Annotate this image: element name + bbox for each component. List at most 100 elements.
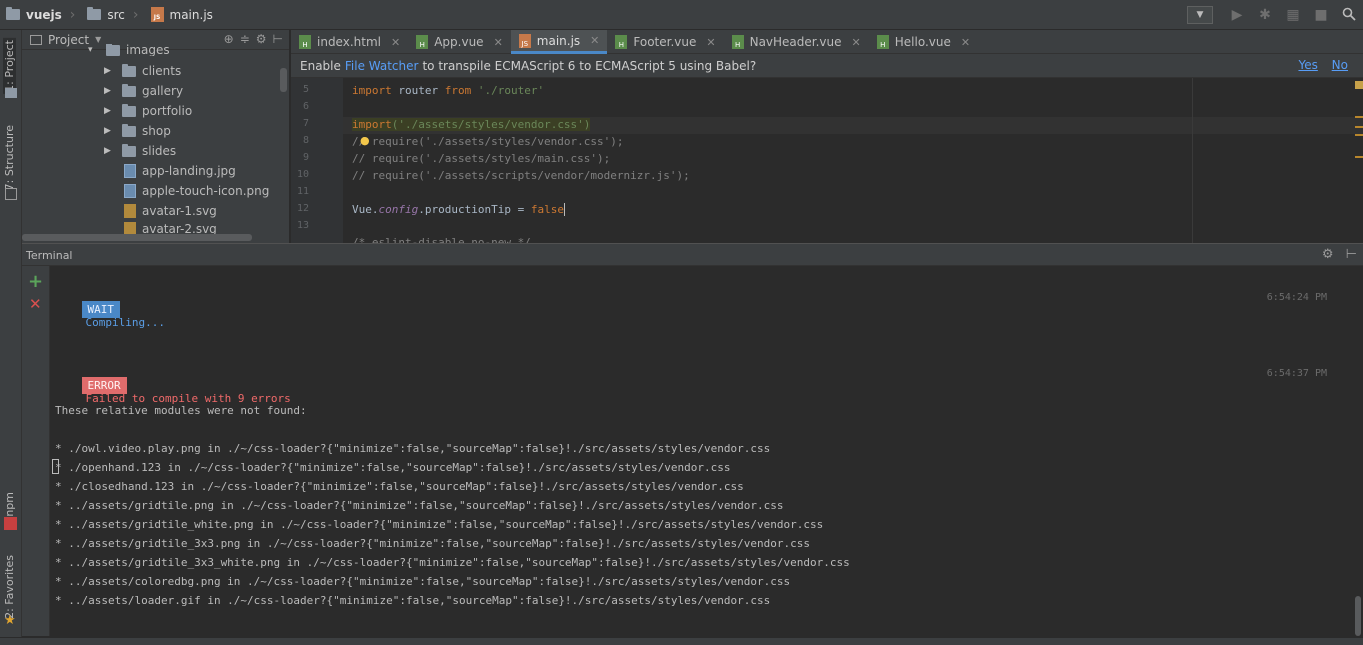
gear-icon[interactable]: ⚙ (256, 32, 267, 46)
tab-main-js[interactable]: JS main.js ✕ (510, 30, 608, 54)
code-line-5[interactable]: import router from './router' (352, 84, 544, 97)
close-icon[interactable]: ✕ (852, 36, 861, 49)
error-entry: * ./openhand.123 in ./~/css-loader?{"min… (55, 461, 731, 474)
warning-marker[interactable] (1355, 134, 1363, 136)
tab-hello-vue[interactable]: H Hello.vue ✕ (869, 30, 978, 54)
file-watcher-link[interactable]: File Watcher (345, 59, 419, 73)
close-icon[interactable]: ✕ (29, 295, 42, 313)
structure-tool-icon (5, 188, 17, 200)
search-icon[interactable] (1341, 7, 1357, 23)
lightbulb-icon[interactable]: ● (360, 134, 370, 147)
code-line-13[interactable]: /* eslint-disable no-new */ (352, 236, 531, 243)
close-icon[interactable]: ✕ (706, 36, 715, 49)
tree-item-shop[interactable]: ▶ shop (104, 121, 171, 141)
close-icon[interactable]: ✕ (961, 36, 970, 49)
error-entry: * ./closedhand.123 in ./~/css-loader?{"m… (55, 480, 744, 493)
folder-icon (122, 83, 136, 97)
hide-icon[interactable]: ⊢ (1346, 247, 1357, 262)
tree-item-images[interactable]: ▾ images (88, 44, 170, 56)
warning-marker[interactable] (1355, 81, 1363, 89)
warning-marker[interactable] (1355, 126, 1363, 128)
line-number: 10 (297, 169, 310, 180)
tree-item-avatar-1[interactable]: avatar-1.svg (124, 201, 217, 221)
tree-item-apple-touch-icon[interactable]: apple-touch-icon.png (124, 181, 269, 201)
yes-link[interactable]: Yes (1298, 58, 1317, 72)
vue-file-icon: H (615, 35, 628, 49)
structure-tool-tab[interactable]: 7: Structure (3, 125, 16, 190)
npm-tool-tab[interactable]: npm (3, 492, 16, 517)
tab-footer-vue[interactable]: H Footer.vue ✕ (607, 30, 723, 54)
close-icon[interactable]: ✕ (590, 34, 599, 47)
code-text: .productionTip = (418, 203, 531, 216)
close-icon[interactable]: ✕ (391, 36, 400, 49)
no-link[interactable]: No (1332, 58, 1348, 72)
warning-marker[interactable] (1355, 156, 1363, 158)
code-line-12[interactable]: Vue.config.productionTip = false (352, 203, 565, 216)
warning-marker[interactable] (1355, 116, 1363, 118)
tab-index-html[interactable]: H index.html ✕ (291, 30, 408, 54)
tree-item-label: slides (142, 144, 177, 158)
breadcrumb-project[interactable]: vuejs › (0, 0, 81, 30)
run-config-dropdown[interactable]: ▼ (1187, 6, 1213, 24)
project-tool-tab[interactable]: 1: Project (3, 38, 16, 94)
project-horizontal-scrollbar[interactable] (22, 234, 252, 241)
code-line-9[interactable]: // require('./assets/styles/main.css'); (352, 152, 610, 165)
error-entry: * ../assets/loader.gif in ./~/css-loader… (55, 594, 771, 607)
close-icon[interactable]: ✕ (494, 36, 503, 49)
add-icon[interactable]: + (28, 271, 43, 292)
not-found-line: These relative modules were not found: (55, 404, 307, 417)
tree-item-label: gallery (142, 84, 184, 98)
coverage-icon[interactable]: ▦ (1285, 7, 1301, 23)
expand-arrow-icon[interactable]: ▶ (104, 66, 114, 76)
collapse-icon[interactable]: ≑ (240, 32, 250, 46)
tab-navheader-vue[interactable]: H NavHeader.vue ✕ (724, 30, 869, 54)
code-line-10[interactable]: // require('./assets/scripts/vendor/mode… (352, 169, 690, 182)
chevron-down-icon[interactable]: ▼ (95, 35, 101, 44)
stop-icon[interactable]: ■ (1313, 7, 1329, 23)
tree-item-app-landing[interactable]: app-landing.jpg (124, 161, 236, 181)
terminal-title: Terminal (26, 249, 73, 262)
navigation-bar: vuejs › src › JS main.js ▼ ▶ ✱ ▦ ■ (0, 0, 1363, 30)
favorites-tool-tab[interactable]: 2: Favorites (3, 555, 16, 619)
expand-arrow-icon[interactable]: ▶ (104, 86, 114, 96)
breadcrumb-folder[interactable]: src › (81, 0, 144, 30)
tab-label: NavHeader.vue (749, 35, 842, 49)
project-vertical-scrollbar[interactable] (280, 68, 287, 92)
terminal-output[interactable]: WAIT Compiling... 6:54:24 PM ERROR Faile… (50, 266, 1363, 636)
terminal-scrollbar[interactable] (1355, 596, 1361, 636)
tree-item-clients[interactable]: ▶ clients (104, 61, 181, 81)
code-line-8[interactable]: // require('./assets/styles/vendor.css')… (352, 135, 624, 148)
play-icon[interactable]: ▶ (1229, 7, 1245, 23)
tab-app-vue[interactable]: H App.vue ✕ (408, 30, 511, 54)
project-panel: Project ▼ ⊕ ≑ ⚙ ⊢ ▾ images ▶ clients ▶ g… (22, 30, 290, 243)
wait-timestamp: 6:54:24 PM (1266, 292, 1327, 303)
error-stripe[interactable] (1353, 78, 1363, 243)
code-text: router (391, 84, 445, 97)
chevron-right-icon: › (132, 6, 139, 23)
code-keyword: false (530, 203, 564, 216)
folder-icon (122, 103, 136, 117)
tree-item-slides[interactable]: ▶ slides (104, 141, 176, 161)
code-line-7[interactable]: import('./assets/styles/vendor.css') (352, 118, 591, 131)
code-string: './router' (471, 84, 545, 97)
left-tool-strip: 1: Project 7: Structure npm 2: Favorites… (0, 30, 22, 645)
wait-text: Compiling... (85, 316, 165, 329)
tree-item-gallery[interactable]: ▶ gallery (104, 81, 183, 101)
terminal-header-actions: ⚙ ⊢ (1322, 247, 1357, 262)
breadcrumb-file[interactable]: JS main.js (145, 0, 219, 30)
tree-item-portfolio[interactable]: ▶ portfolio (104, 101, 192, 121)
hide-icon[interactable]: ⊢ (273, 32, 283, 46)
html-file-icon: H (299, 35, 311, 49)
project-panel-title[interactable]: Project (48, 33, 89, 47)
bug-icon[interactable]: ✱ (1257, 7, 1273, 23)
file-watcher-notice: Enable File Watcher to transpile ECMAScr… (291, 54, 1363, 78)
gear-icon[interactable]: ⚙ (1322, 247, 1334, 262)
expand-arrow-icon[interactable]: ▶ (104, 146, 114, 156)
notice-suffix: to transpile ECMAScript 6 to ECMAScript … (422, 58, 757, 73)
target-icon[interactable]: ⊕ (224, 32, 234, 46)
expand-arrow-icon: ▾ (88, 45, 93, 55)
code-text: Vue. (352, 203, 379, 216)
expand-arrow-icon[interactable]: ▶ (104, 106, 114, 116)
expand-arrow-icon[interactable]: ▶ (104, 126, 114, 136)
wait-line: WAIT Compiling... (55, 290, 165, 342)
